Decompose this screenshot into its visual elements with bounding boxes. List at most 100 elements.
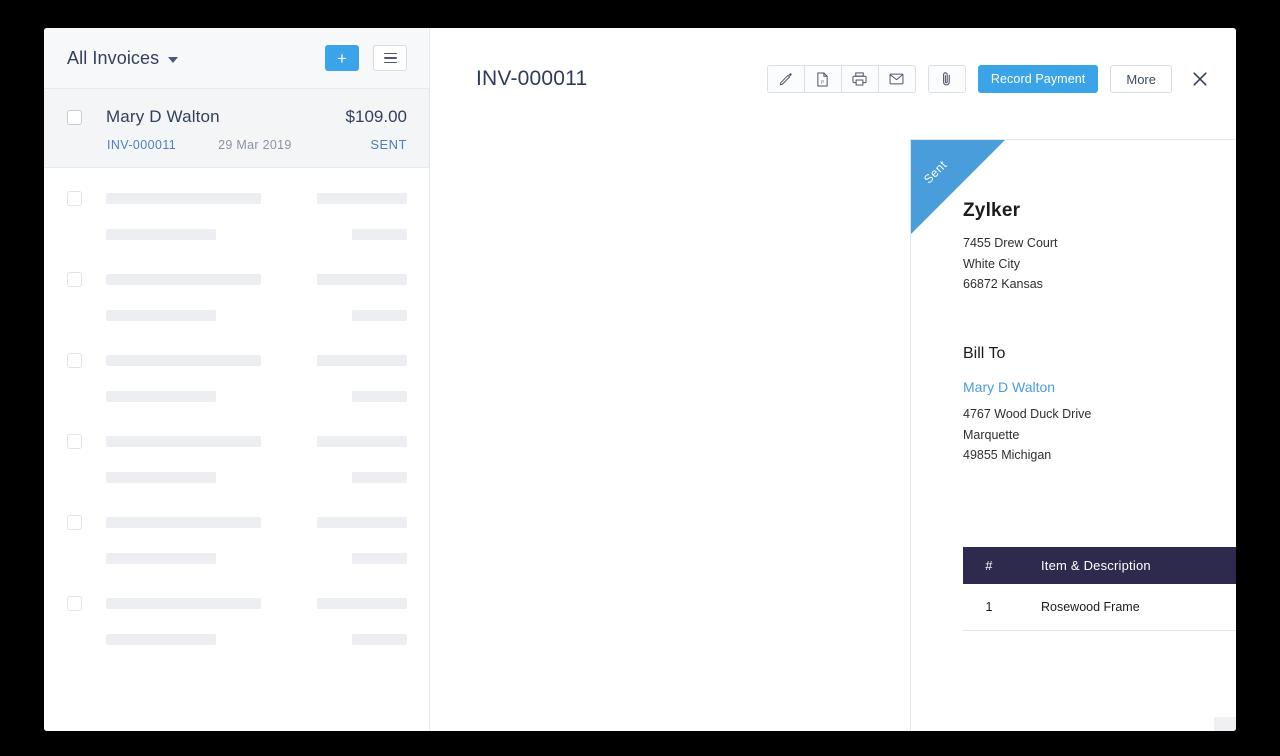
invoice-list-item-placeholder[interactable] — [44, 330, 429, 411]
line-items-head: # Item & Description Qty Rate Amount — [963, 547, 1236, 584]
record-payment-button[interactable]: Record Payment — [977, 65, 1099, 93]
invoice-list-item-placeholder[interactable] — [44, 573, 429, 654]
envelope-icon — [889, 73, 904, 85]
invoice-detail-header: INV-000011 P Record Payment More — [430, 48, 1236, 110]
placeholder-secondary-line — [67, 553, 407, 564]
hamburger-icon-bar-3 — [383, 61, 397, 64]
col-header-num: # — [963, 547, 1015, 584]
col-header-qty: Qty — [1234, 547, 1236, 584]
placeholder-row-checkbox[interactable] — [67, 190, 82, 206]
invoice-list-item-placeholder[interactable] — [44, 492, 429, 573]
chevron-down-icon — [168, 56, 179, 63]
more-label: More — [1126, 71, 1156, 87]
invoice-row-checkbox[interactable] — [67, 109, 82, 125]
placeholder-bar-name — [106, 597, 261, 609]
bill-to-customer-link[interactable]: Mary D Walton — [963, 379, 1055, 395]
placeholder-bar-name — [106, 273, 261, 285]
attach-file-button[interactable] — [928, 66, 965, 92]
placeholder-bar-amount — [317, 516, 407, 528]
invoice-list-item-placeholder[interactable] — [44, 411, 429, 492]
sidebar-header: All Invoices + — [44, 28, 429, 89]
printer-icon — [852, 72, 867, 86]
new-invoice-button[interactable]: + — [325, 45, 359, 71]
totals-label: Sub Total — [1214, 627, 1236, 657]
organization-address-line-3: 66872 Kansas — [963, 277, 1043, 291]
hamburger-icon-bar-1 — [383, 52, 397, 55]
edit-button[interactable] — [767, 66, 805, 92]
placeholder-bar-amount — [317, 435, 407, 447]
bill-to-address-line-1: 4767 Wood Duck Drive — [963, 407, 1092, 421]
email-button[interactable] — [878, 66, 915, 92]
record-payment-label: Record Payment — [990, 72, 1086, 86]
placeholder-bar-number — [106, 229, 216, 240]
more-actions-button[interactable]: More — [1110, 65, 1172, 93]
invoice-list-item-placeholder[interactable] — [44, 249, 429, 330]
placeholder-primary-line — [67, 510, 407, 534]
col-header-item: Item & Description — [1015, 547, 1234, 584]
invoice-number: INV-000011 — [107, 137, 177, 152]
paperclip-icon — [942, 72, 950, 86]
download-pdf-button[interactable]: P — [804, 66, 842, 92]
invoice-list-filter-label: All Invoices — [67, 47, 160, 68]
invoice-list-item-placeholder[interactable] — [44, 168, 429, 249]
placeholder-bar-amount — [317, 597, 407, 609]
placeholder-row-checkbox[interactable] — [67, 352, 82, 368]
placeholder-bar-status — [352, 391, 407, 402]
invoice-customer-name: Mary D Walton — [106, 107, 220, 126]
totals-body: Sub Total100.00Arkansas (9%)9.00Total$10… — [1214, 627, 1236, 731]
close-icon — [1193, 72, 1207, 86]
organization-address: 7455 Drew Court White City 66872 Kansas — [963, 233, 1058, 295]
invoice-document-preview: Sent Zylker 7455 Drew Court White City 668… — [910, 139, 1236, 731]
placeholder-bar-number — [106, 391, 216, 402]
invoice-list-item-primary-line: Mary D Walton $109.00 — [67, 105, 407, 129]
invoice-list-item-selected[interactable]: Mary D Walton $109.00 INV-000011 29 Mar … — [44, 89, 429, 168]
invoice-detail-toolbar: P Record Payment More — [766, 65, 1212, 93]
placeholder-primary-line — [67, 429, 407, 453]
invoice-list-sidebar: All Invoices + Mary D Walton $109.00 INV… — [44, 28, 430, 731]
placeholder-secondary-line — [67, 634, 407, 645]
placeholder-secondary-line — [67, 472, 407, 483]
pdf-file-icon: P — [817, 72, 829, 86]
organization-address-line-1: 7455 Drew Court — [963, 236, 1058, 250]
invoice-detail-pane: INV-000011 P Record Payment More Sent Zy… — [430, 28, 1236, 731]
invoice-list-filter-dropdown[interactable]: All Invoices — [67, 47, 179, 69]
totals-label: Balance Due — [1214, 717, 1236, 731]
bill-to-address: 4767 Wood Duck Drive Marquette 49855 Michi… — [963, 404, 1091, 466]
line-item-row: 1Rosewood Frame1.00100.00100.00 — [963, 584, 1236, 631]
placeholder-secondary-line — [67, 229, 407, 240]
line-item-number: 1 — [963, 584, 1015, 631]
placeholder-bar-status — [352, 310, 407, 321]
line-items-table: # Item & Description Qty Rate Amount 1Ro… — [963, 547, 1236, 631]
totals-label: Total — [1214, 687, 1236, 717]
print-button[interactable] — [841, 66, 879, 92]
placeholder-row-checkbox[interactable] — [67, 433, 82, 449]
placeholder-row-checkbox[interactable] — [67, 595, 82, 611]
close-button[interactable] — [1188, 67, 1212, 91]
placeholder-bar-amount — [317, 192, 407, 204]
bill-to-address-line-3: 49855 Michigan — [963, 448, 1052, 462]
invoice-status-badge: SENT — [370, 137, 407, 152]
svg-text:P: P — [821, 79, 824, 84]
invoice-list-item-secondary-line: INV-000011 29 Mar 2019 SENT — [67, 137, 407, 152]
placeholder-secondary-line — [67, 310, 407, 321]
hamburger-icon-bar-2 — [383, 57, 397, 59]
placeholder-primary-line — [67, 348, 407, 372]
placeholder-bar-status — [352, 472, 407, 483]
line-items-body: 1Rosewood Frame1.00100.00100.00 — [963, 584, 1236, 631]
invoice-document-body: Zylker 7455 Drew Court White City 66872 Ka… — [911, 140, 1236, 731]
placeholder-row-checkbox[interactable] — [67, 514, 82, 530]
sidebar-header-actions: + — [325, 45, 407, 71]
pencil-icon — [779, 73, 792, 86]
totals-balance-due-row: Balance Due$109.00 — [1214, 717, 1236, 731]
placeholder-row-checkbox[interactable] — [67, 271, 82, 287]
placeholder-bar-name — [106, 435, 261, 447]
document-actions-group: P — [766, 65, 916, 93]
placeholder-bar-name — [106, 192, 261, 204]
invoice-date: 29 Mar 2019 — [218, 137, 292, 152]
list-options-button[interactable] — [373, 45, 407, 71]
totals-row: Sub Total100.00 — [1214, 627, 1236, 657]
placeholder-bar-status — [352, 229, 407, 240]
totals-table: Sub Total100.00Arkansas (9%)9.00Total$10… — [1214, 627, 1236, 731]
totals-row: Arkansas (9%)9.00 — [1214, 657, 1236, 687]
app-window: All Invoices + Mary D Walton $109.00 INV… — [44, 28, 1236, 731]
